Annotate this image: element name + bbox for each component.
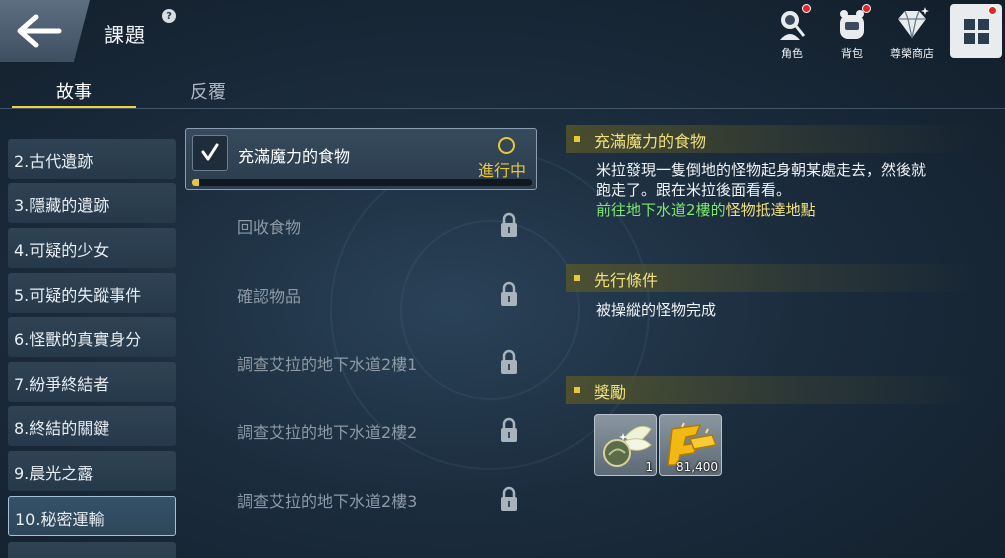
description-line: 米拉發現一隻倒地的怪物起身朝某處走去，然後就 <box>596 161 927 179</box>
character-label: 角色 <box>781 47 803 60</box>
quest-item-locked[interactable]: 調查艾拉的地下水道2樓1 <box>185 343 537 397</box>
diamond-icon <box>894 6 930 42</box>
quest-name: 調查艾拉的地下水道2樓2 <box>237 423 418 442</box>
premium-shop-button[interactable]: 尊榮商店 <box>880 4 944 62</box>
bag-button[interactable]: 背包 <box>823 4 881 62</box>
quest-detail-title: 充滿魔力的食物 <box>594 132 707 151</box>
prerequisite-header: 先行條件 <box>566 264 976 292</box>
lock-icon <box>501 281 517 306</box>
reward-title: 獎勵 <box>594 383 627 402</box>
main-menu-button[interactable] <box>950 4 1002 58</box>
tab-story[interactable]: 故事 <box>12 74 136 108</box>
reward-item-gold[interactable]: 81,400 <box>659 414 722 476</box>
lock-icon <box>501 212 517 237</box>
reward-quantity: 81,400 <box>676 460 718 474</box>
quest-name: 回收食物 <box>237 218 302 237</box>
quest-name: 確認物品 <box>237 287 302 306</box>
notification-dot <box>802 4 811 13</box>
chapter-item[interactable]: 7.紛爭終結者 <box>8 362 176 402</box>
chapter-item[interactable]: 3.隱藏的遺跡 <box>8 183 176 223</box>
chapter-item-partial[interactable] <box>8 542 176 558</box>
lock-icon <box>501 486 517 511</box>
reward-header: 獎勵 <box>566 376 976 404</box>
in-progress-ring-icon <box>498 137 515 154</box>
checkmark-icon <box>192 135 228 171</box>
objective-target: 怪物抵達地點 <box>725 201 816 219</box>
chapter-item[interactable]: 8.終結的關鍵 <box>8 406 176 446</box>
notification-dot <box>988 6 997 15</box>
quest-item-locked[interactable]: 調查艾拉的地下水道2樓3 <box>185 480 537 534</box>
quest-progress-bar <box>192 179 532 186</box>
lock-icon <box>501 417 517 442</box>
quest-name: 充滿魔力的食物 <box>238 147 351 166</box>
chapter-item[interactable]: 2.古代遺跡 <box>8 139 176 179</box>
bag-label: 背包 <box>841 47 863 60</box>
objective-location: 地下水道2樓 <box>626 201 711 219</box>
quest-item-locked[interactable]: 確認物品 <box>185 275 537 329</box>
reward-quantity: 1 <box>645 460 653 474</box>
help-icon[interactable]: ? <box>162 9 176 23</box>
lock-icon <box>501 349 517 374</box>
prerequisite-text: 被操縱的怪物完成 <box>596 301 717 319</box>
back-arrow-icon <box>17 14 62 48</box>
description-line: 跑走了。跟在米拉後面看看。 <box>596 181 792 199</box>
tab-divider <box>0 108 1005 109</box>
quest-status: 進行中 <box>478 161 527 180</box>
quest-detail-header: 充滿魔力的食物 <box>566 125 976 153</box>
character-button[interactable]: 角色 <box>763 4 821 62</box>
back-button[interactable] <box>0 0 90 62</box>
chapter-item[interactable]: 4.可疑的少女 <box>8 228 176 268</box>
quest-item-locked[interactable]: 調查艾拉的地下水道2樓2 <box>185 411 537 465</box>
chapter-item-selected[interactable]: 10.秘密運輸 <box>8 496 176 536</box>
chapter-list[interactable]: 2.古代遺跡 3.隱藏的遺跡 4.可疑的少女 5.可疑的失蹤事件 6.怪獸的真實… <box>8 120 178 558</box>
quest-item-active[interactable]: 充滿魔力的食物 進行中 <box>185 128 537 190</box>
notification-dot <box>862 4 871 13</box>
tab-repeat[interactable]: 反覆 <box>146 74 270 108</box>
quest-progress-fill <box>192 179 199 186</box>
prerequisite-title: 先行條件 <box>594 271 659 290</box>
tab-bar: 故事 反覆 <box>0 74 1005 110</box>
top-bar: 課題 ? 角色 背包 尊榮商店 <box>0 0 1005 64</box>
quest-objective: 前往地下水道2樓的怪物抵達地點 <box>596 200 926 220</box>
quest-name: 調查艾拉的地下水道2樓3 <box>237 492 418 511</box>
premium-shop-label: 尊榮商店 <box>890 47 934 60</box>
reward-item-winged-orb[interactable]: 1 <box>594 414 657 476</box>
quest-item-locked[interactable]: 回收食物 <box>185 206 537 260</box>
objective-connector: 的 <box>710 201 726 219</box>
chapter-item[interactable]: 6.怪獸的真實身分 <box>8 317 176 357</box>
grid-menu-icon <box>963 18 989 44</box>
page-title: 課題 <box>104 23 146 47</box>
objective-prefix: 前往 <box>596 201 627 219</box>
chapter-item[interactable]: 5.可疑的失蹤事件 <box>8 273 176 313</box>
bag-icon <box>834 4 871 42</box>
character-icon <box>774 4 811 42</box>
quest-name: 調查艾拉的地下水道2樓1 <box>237 355 418 374</box>
chapter-item[interactable]: 9.晨光之露 <box>8 451 176 491</box>
quest-description: 米拉發現一隻倒地的怪物起身朝某處走去，然後就 跑走了。跟在米拉後面看看。 前往地… <box>596 160 926 220</box>
